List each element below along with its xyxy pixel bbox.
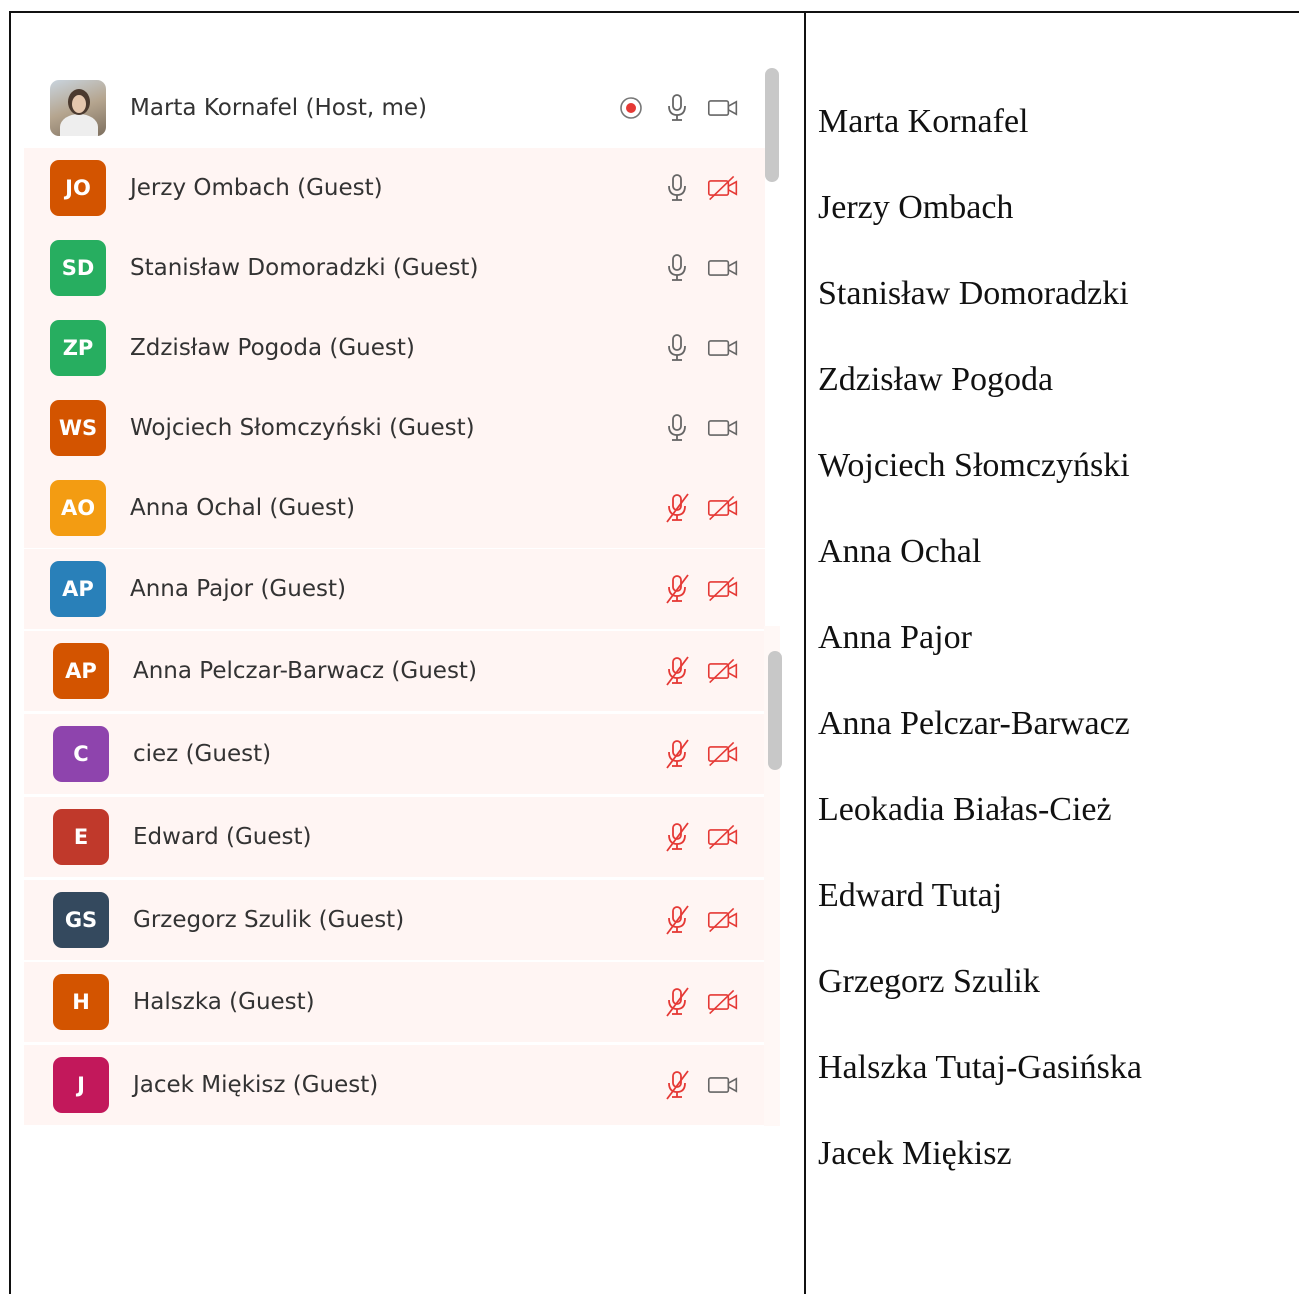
full-name-item: Zdzisław Pogoda (818, 361, 1054, 398)
video-icon[interactable] (707, 252, 739, 284)
participant-controls (661, 172, 739, 204)
scrollbar-thumb-top[interactable] (765, 68, 779, 182)
participant-controls (661, 412, 739, 444)
mic-icon[interactable] (661, 172, 693, 204)
avatar: J (53, 1057, 109, 1113)
participant-row[interactable]: Cciez (Guest) (24, 714, 765, 794)
avatar: E (53, 809, 109, 865)
full-name-item: Anna Pajor (818, 619, 972, 656)
mic-muted-icon[interactable] (661, 573, 693, 605)
participant-row[interactable]: AO Anna Ochal (Guest) (24, 468, 765, 548)
video-off-icon[interactable] (707, 655, 739, 687)
participant-name: Zdzisław Pogoda (Guest) (130, 335, 415, 361)
mic-icon[interactable] (661, 412, 693, 444)
full-names-list: Marta Kornafel Jerzy Ombach Stanisław Domo… (818, 96, 1288, 1214)
full-name-item: Anna Ochal (818, 533, 982, 570)
full-name-item: Marta Kornafel (818, 103, 1029, 140)
avatar: AP (53, 643, 109, 699)
participant-row[interactable]: Marta Kornafel (Host, me) (24, 68, 765, 148)
full-name-item: Edward Tutaj (818, 877, 1003, 914)
mic-muted-icon[interactable] (661, 1069, 693, 1101)
participant-name: Anna Pajor (Guest) (130, 576, 346, 602)
avatar: JO (50, 160, 106, 216)
participant-controls (661, 738, 739, 770)
participant-controls (661, 904, 739, 936)
video-off-icon[interactable] (707, 573, 739, 605)
participant-name: Grzegorz Szulik (Guest) (133, 907, 405, 933)
participant-name: Marta Kornafel (Host, me) (130, 95, 427, 121)
participants-panel: Marta Kornafel (Host, me) JO Jerzy Ombach … (24, 68, 784, 1126)
mic-icon[interactable] (661, 252, 693, 284)
participant-name: Stanisław Domoradzki (Guest) (130, 255, 479, 281)
video-off-icon[interactable] (707, 172, 739, 204)
avatar: WS (50, 400, 106, 456)
mic-muted-icon[interactable] (661, 821, 693, 853)
avatar: H (53, 974, 109, 1030)
recording-icon (615, 92, 647, 124)
participant-controls (661, 332, 739, 364)
avatar: C (53, 726, 109, 782)
participant-controls (661, 655, 739, 687)
mic-icon[interactable] (661, 332, 693, 364)
video-off-icon[interactable] (707, 738, 739, 770)
participant-row[interactable]: AP Anna Pelczar-Barwacz (Guest) (24, 631, 765, 711)
participant-controls (661, 492, 739, 524)
participant-row[interactable]: WS Wojciech Słomczyński (Guest) (24, 388, 765, 468)
participant-controls (661, 986, 739, 1018)
full-name-item: Jacek Miękisz (818, 1135, 1012, 1172)
full-name-item: Stanisław Domoradzki (818, 275, 1129, 312)
participant-row[interactable]: ZP Zdzisław Pogoda (Guest) (24, 308, 765, 388)
mic-muted-icon[interactable] (661, 904, 693, 936)
mic-icon[interactable] (661, 92, 693, 124)
full-name-item: Wojciech Słomczyński (818, 447, 1130, 484)
video-icon[interactable] (707, 92, 739, 124)
participant-name: ciez (Guest) (133, 741, 272, 767)
participant-name: Jerzy Ombach (Guest) (130, 175, 383, 201)
participant-controls (661, 252, 739, 284)
scrollbar-thumb-bottom[interactable] (768, 651, 782, 770)
participant-controls (661, 1069, 739, 1101)
video-off-icon[interactable] (707, 821, 739, 853)
participant-controls (661, 821, 739, 853)
participant-row[interactable]: JO Jerzy Ombach (Guest) (24, 148, 765, 228)
avatar (50, 80, 106, 136)
avatar: AO (50, 480, 106, 536)
full-name-item: Jerzy Ombach (818, 189, 1014, 226)
video-off-icon[interactable] (707, 904, 739, 936)
full-name-item: Anna Pelczar-Barwacz (818, 705, 1130, 742)
participant-row[interactable]: H Halszka (Guest) (24, 962, 765, 1042)
participant-name: Jacek Miękisz (Guest) (133, 1072, 379, 1098)
avatar: AP (50, 561, 106, 617)
video-icon[interactable] (707, 332, 739, 364)
mic-muted-icon[interactable] (661, 738, 693, 770)
full-name-item: Halszka Tutaj-Gasińska (818, 1049, 1142, 1086)
participant-controls (615, 92, 739, 124)
video-off-icon[interactable] (707, 492, 739, 524)
participant-row[interactable]: AP Anna Pajor (Guest) (24, 549, 765, 629)
participant-row[interactable]: J Jacek Miękisz (Guest) (24, 1045, 765, 1125)
mic-muted-icon[interactable] (661, 492, 693, 524)
avatar: ZP (50, 320, 106, 376)
participant-name: Anna Pelczar-Barwacz (Guest) (133, 658, 477, 684)
participant-name: Edward (Guest) (133, 824, 312, 850)
mic-muted-icon[interactable] (661, 986, 693, 1018)
video-icon[interactable] (707, 1069, 739, 1101)
video-icon[interactable] (707, 412, 739, 444)
participant-name: Halszka (Guest) (133, 989, 315, 1015)
participant-name: Wojciech Słomczyński (Guest) (130, 415, 475, 441)
participant-row[interactable]: SD Stanisław Domoradzki (Guest) (24, 228, 765, 308)
avatar: GS (53, 892, 109, 948)
full-name-item: Grzegorz Szulik (818, 963, 1040, 1000)
avatar: SD (50, 240, 106, 296)
participant-controls (661, 573, 739, 605)
participant-row[interactable]: E Edward (Guest) (24, 797, 765, 877)
participant-name: Anna Ochal (Guest) (130, 495, 355, 521)
mic-muted-icon[interactable] (661, 655, 693, 687)
column-divider (804, 11, 806, 1294)
video-off-icon[interactable] (707, 986, 739, 1018)
full-name-item: Leokadia Białas-Cież (818, 791, 1112, 828)
participant-row[interactable]: GS Grzegorz Szulik (Guest) (24, 880, 765, 960)
